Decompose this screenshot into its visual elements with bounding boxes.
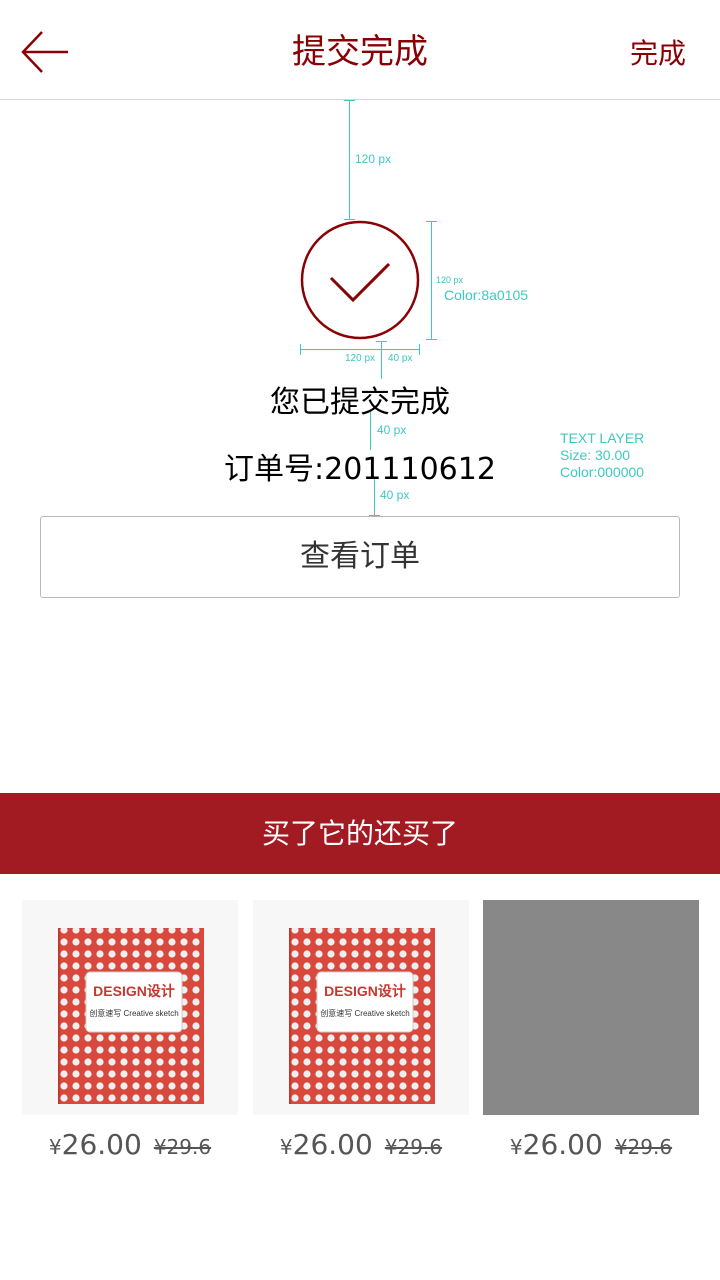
price-row: ¥26.00 ¥29.6 xyxy=(253,1128,469,1161)
annotation-circle-to-text: 40 px xyxy=(388,353,413,364)
cover-title: DESIGN设计 xyxy=(93,983,175,999)
annotation-tick xyxy=(419,344,420,355)
original-price: ¥29.6 xyxy=(153,1135,212,1159)
product-image-placeholder[interactable] xyxy=(483,900,699,1115)
product-card[interactable]: DESIGN设计 创意速写 Creative sketch ¥26.00 ¥29.… xyxy=(253,900,469,1161)
annotation-line xyxy=(349,100,350,220)
original-price: ¥29.6 xyxy=(614,1135,673,1159)
product-card[interactable]: ¥26.00 ¥29.6 xyxy=(483,900,699,1161)
annotation-circle-color: Color:8a0105 xyxy=(444,287,529,303)
success-message: 您已提交完成 xyxy=(270,385,450,420)
order-number: 订单号:201110612 xyxy=(224,452,496,487)
cover-title: DESIGN设计 xyxy=(324,983,406,999)
annotation-circle-height: 120 px xyxy=(436,275,464,285)
annotation-tick xyxy=(300,344,301,355)
currency-symbol: ¥ xyxy=(509,1135,523,1159)
product-price: 26.00 xyxy=(292,1128,373,1161)
annotation-line xyxy=(431,221,432,340)
cover-subtitle: 创意速写 Creative sketch xyxy=(89,1008,178,1018)
cover-subtitle: 创意速写 Creative sketch xyxy=(320,1008,409,1018)
annotation-tick xyxy=(426,221,437,222)
done-button[interactable]: 完成 xyxy=(630,32,686,72)
view-order-button[interactable]: 查看订单 xyxy=(40,516,680,598)
price-row: ¥26.00 ¥29.6 xyxy=(22,1128,238,1161)
annotation-tick xyxy=(344,100,355,101)
check-circle-icon xyxy=(300,220,420,340)
book-cover-icon: DESIGN设计 创意速写 Creative sketch xyxy=(253,900,469,1115)
annotation-line xyxy=(381,341,382,379)
currency-symbol: ¥ xyxy=(48,1135,62,1159)
product-image[interactable]: DESIGN设计 创意速写 Creative sketch xyxy=(253,900,469,1115)
annotation-order-to-button: 40 px xyxy=(380,488,410,502)
recommend-banner: 买了它的还买了 xyxy=(0,793,720,874)
annotation-text-gap: 40 px xyxy=(377,423,407,437)
product-price: 26.00 xyxy=(61,1128,142,1161)
currency-symbol: ¥ xyxy=(279,1135,293,1159)
header: 提交完成 完成 xyxy=(0,0,720,100)
book-cover-icon: DESIGN设计 创意速写 Creative sketch xyxy=(22,900,238,1115)
annotation-tick xyxy=(426,339,437,340)
success-icon-wrap xyxy=(300,220,420,340)
product-price: 26.00 xyxy=(522,1128,603,1161)
annotation-top-gap: 120 px xyxy=(355,152,392,166)
original-price: ¥29.6 xyxy=(384,1135,443,1159)
price-row: ¥26.00 ¥29.6 xyxy=(483,1128,699,1161)
product-card[interactable]: DESIGN设计 创意速写 Creative sketch ¥26.00 ¥29.… xyxy=(22,900,238,1161)
annotation-line xyxy=(300,349,420,350)
annotation-tick xyxy=(376,341,387,342)
product-image[interactable]: DESIGN设计 创意速写 Creative sketch xyxy=(22,900,238,1115)
page-title: 提交完成 xyxy=(292,32,428,72)
annotation-circle-width: 120 px xyxy=(345,353,376,364)
